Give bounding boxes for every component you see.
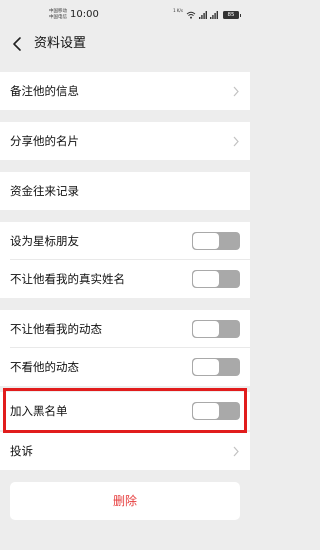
fund-records-row[interactable]: 资金往来记录 <box>0 172 250 210</box>
share-card-row[interactable]: 分享他的名片 <box>0 122 250 160</box>
status-time: 10:00 <box>70 9 99 20</box>
network-speed: 1 K/s <box>173 8 183 13</box>
remark-row[interactable]: 备注他的信息 <box>0 72 250 110</box>
wifi-icon <box>186 11 196 19</box>
chevron-right-icon <box>233 136 239 147</box>
complain-label: 投诉 <box>10 444 33 458</box>
toggle-knob <box>193 271 219 287</box>
toggle-knob <box>193 233 219 249</box>
highlight-box <box>3 388 247 433</box>
hide-my-moments-toggle[interactable] <box>192 320 240 338</box>
complain-row[interactable]: 投诉 <box>0 432 250 470</box>
battery-icon: 85 <box>223 11 241 19</box>
nav-bar: 资料设置 <box>0 28 250 60</box>
toggle-knob <box>193 359 219 375</box>
chevron-right-icon <box>233 446 239 457</box>
carrier-label-2: 中国电信 <box>49 15 67 20</box>
delete-label: 删除 <box>112 494 137 508</box>
carrier-label-1: 中国移动 <box>49 9 67 14</box>
star-friend-label: 设为星标朋友 <box>10 234 79 248</box>
battery-level: 85 <box>227 12 235 18</box>
star-friend-row: 设为星标朋友 <box>0 222 250 260</box>
hide-his-moments-row: 不看他的动态 <box>0 348 250 386</box>
hide-real-name-row: 不让他看我的真实姓名 <box>0 260 250 298</box>
signal-icon <box>210 11 218 19</box>
hide-his-moments-toggle[interactable] <box>192 358 240 376</box>
signal-icon <box>199 11 207 19</box>
hide-my-moments-row: 不让他看我的动态 <box>0 310 250 348</box>
share-card-label: 分享他的名片 <box>10 134 79 148</box>
fund-records-label: 资金往来记录 <box>10 184 79 198</box>
page-title: 资料设置 <box>34 36 87 51</box>
hide-real-name-toggle[interactable] <box>192 270 240 288</box>
hide-my-moments-label: 不让他看我的动态 <box>10 322 102 336</box>
star-friend-toggle[interactable] <box>192 232 240 250</box>
remark-label: 备注他的信息 <box>10 84 79 98</box>
hide-his-moments-label: 不看他的动态 <box>10 360 79 374</box>
hide-real-name-label: 不让他看我的真实姓名 <box>10 272 125 286</box>
back-arrow-icon[interactable] <box>10 35 26 53</box>
chevron-right-icon <box>233 86 239 97</box>
delete-button[interactable]: 删除 <box>10 482 240 520</box>
toggle-knob <box>193 321 219 337</box>
status-bar: 中国移动 中国电信 10:00 1 K/s 85 <box>0 0 250 28</box>
